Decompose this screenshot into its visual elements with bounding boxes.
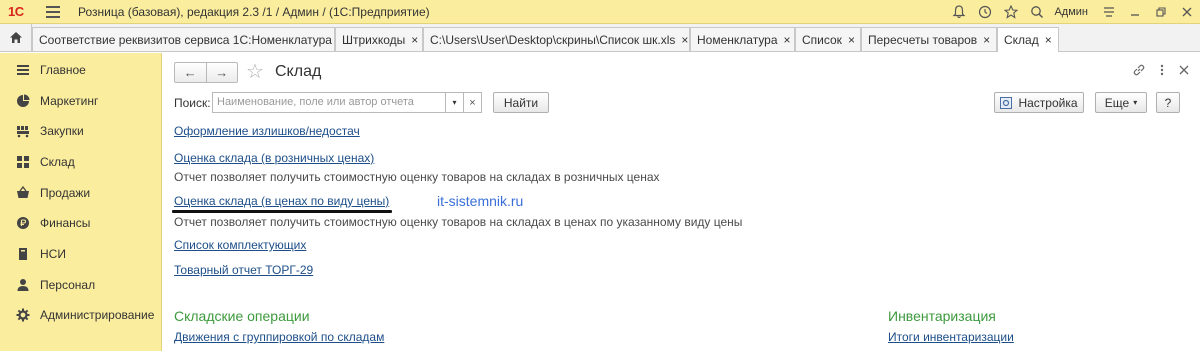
favorite-star-icon[interactable]: ☆: [246, 59, 264, 84]
history-nav: ← →: [174, 62, 238, 83]
sidebar-item-label: Склад: [40, 155, 75, 169]
tab-close-icon[interactable]: ×: [1045, 33, 1052, 47]
title-bar: 1С Розница (базовая), редакция 2.3 /1 / …: [0, 0, 1200, 24]
more-button-label: Еще: [1104, 95, 1130, 110]
sidebar-item-main[interactable]: Главное: [0, 58, 162, 82]
book-icon: [14, 247, 32, 261]
search-icon[interactable]: [1024, 0, 1050, 24]
home-icon[interactable]: [0, 24, 32, 51]
sidebar-item-label: Главное: [40, 63, 86, 77]
tab-label: Список: [802, 32, 842, 47]
tab-nomenclature[interactable]: Номенклатура ×: [690, 27, 795, 51]
bell-icon[interactable]: [946, 0, 972, 24]
app-logo[interactable]: 1С: [8, 4, 24, 19]
pie-chart-icon: [14, 94, 32, 108]
tab-label: Склад: [1004, 33, 1039, 47]
form-tools: [1132, 63, 1190, 80]
report-link[interactable]: Товарный отчет ТОРГ-29: [174, 263, 313, 277]
settings-button-label: Настройка: [1018, 95, 1078, 110]
sidebar-item-personnel[interactable]: Персонал: [0, 273, 162, 297]
report-description: Отчет позволяет получить стоимостную оце…: [174, 215, 743, 229]
more-button[interactable]: Еще ▾: [1095, 92, 1147, 113]
sidebar-item-label: Администрирование: [40, 308, 155, 322]
search-input[interactable]: Наименование, поле или автор отчета: [212, 92, 446, 113]
tab-close-icon[interactable]: ×: [983, 33, 990, 47]
tab-label: Пересчеты товаров: [868, 32, 978, 47]
sidebar-item-label: Финансы: [40, 216, 91, 230]
window-title: Розница (базовая), редакция 2.3 /1 / Адм…: [78, 5, 430, 19]
forward-arrow-icon[interactable]: →: [207, 63, 238, 82]
report-description: Отчет позволяет получить стоимостную оце…: [174, 170, 660, 184]
sidebar-item-label: НСИ: [40, 247, 66, 261]
tab-close-icon[interactable]: ×: [784, 33, 791, 47]
sidebar-item-label: Маркетинг: [40, 94, 99, 108]
tab-xls-file[interactable]: C:\Users\User\Desktop\скрины\Список шк.x…: [423, 27, 690, 51]
sidebar-item-marketing[interactable]: Маркетинг: [0, 89, 162, 113]
sections-sidebar: Главное Маркетинг Закупки Склад Продажи …: [0, 53, 162, 351]
tab-recounts[interactable]: Пересчеты товаров ×: [861, 27, 997, 51]
tab-barcodes[interactable]: Штрихкоды ×: [335, 27, 423, 51]
settings-panel-icon: [1000, 96, 1013, 109]
link-icon[interactable]: [1132, 63, 1146, 80]
search-label: Поиск:: [174, 96, 211, 110]
tab-service-attributes[interactable]: Соответствие реквизитов сервиса 1С:Номен…: [32, 27, 345, 51]
sidebar-item-purchases[interactable]: Закупки: [0, 119, 162, 143]
report-link[interactable]: Оформление излишков/недостач: [174, 124, 360, 138]
coin-icon: [14, 216, 32, 230]
help-button[interactable]: ?: [1156, 92, 1180, 113]
gear-icon: [14, 308, 32, 322]
search-clear-icon[interactable]: ×: [464, 92, 482, 113]
chevron-down-icon: ▾: [1133, 98, 1138, 107]
sidebar-item-administration[interactable]: Администрирование: [0, 303, 162, 327]
report-link[interactable]: Список комплектующих: [174, 238, 306, 252]
current-user[interactable]: Админ: [1050, 6, 1096, 18]
close-form-icon[interactable]: [1178, 63, 1190, 80]
watermark-text: it-sistemnik.ru: [437, 193, 524, 209]
basket-icon: [14, 186, 32, 200]
tab-label: Штрихкоды: [342, 32, 406, 47]
tab-close-icon[interactable]: ×: [848, 33, 855, 47]
section-title: Инвентаризация: [888, 308, 996, 324]
sidebar-item-label: Закупки: [40, 124, 84, 138]
main-content: ← → ☆ Склад Поиск: Наименование, поле ил…: [162, 53, 1200, 351]
open-windows-tabstrip: Соответствие реквизитов сервиса 1С:Номен…: [0, 24, 1200, 52]
tab-warehouse[interactable]: Склад ×: [997, 27, 1059, 52]
sidebar-item-label: Персонал: [40, 278, 96, 292]
sidebar-item-label: Продажи: [40, 186, 91, 200]
restore-icon[interactable]: [1148, 0, 1174, 24]
tab-label: Соответствие реквизитов сервиса 1С:Номен…: [39, 32, 332, 47]
minimize-icon[interactable]: [1122, 0, 1148, 24]
page-title: Склад: [275, 63, 322, 80]
grid-icon: [14, 155, 32, 169]
sidebar-item-warehouse[interactable]: Склад: [0, 150, 162, 174]
cart-icon: [14, 124, 32, 138]
tab-label: Номенклатура: [697, 32, 778, 47]
highlight-underline: [172, 210, 392, 213]
tab-close-icon[interactable]: ×: [411, 33, 418, 47]
settings-menu-icon[interactable]: [1096, 0, 1122, 24]
find-button[interactable]: Найти: [493, 92, 549, 113]
sidebar-item-nsi[interactable]: НСИ: [0, 242, 162, 266]
settings-button[interactable]: Настройка: [994, 92, 1084, 113]
person-icon: [14, 278, 32, 292]
report-link[interactable]: Итоги инвентаризации: [888, 330, 1014, 344]
tab-close-icon[interactable]: ×: [681, 33, 688, 47]
close-window-icon[interactable]: [1174, 0, 1200, 24]
report-link[interactable]: Движения с группировкой по складам: [174, 330, 384, 344]
sidebar-item-finance[interactable]: Финансы: [0, 211, 162, 235]
favorites-star-icon[interactable]: [998, 0, 1024, 24]
title-bar-tools: Админ: [946, 0, 1200, 24]
tab-label: C:\Users\User\Desktop\скрины\Список шк.x…: [430, 32, 676, 47]
report-link[interactable]: Оценка склада (в ценах по виду цены): [174, 194, 389, 208]
list-icon: [14, 63, 32, 77]
search-dropdown-icon[interactable]: ▾: [446, 92, 464, 113]
more-vertical-icon[interactable]: [1160, 63, 1164, 80]
section-title: Складские операции: [174, 308, 310, 324]
back-arrow-icon[interactable]: ←: [175, 63, 207, 82]
sidebar-item-sales[interactable]: Продажи: [0, 181, 162, 205]
report-link[interactable]: Оценка склада (в розничных ценах): [174, 151, 374, 165]
tab-list[interactable]: Список ×: [795, 27, 861, 51]
history-icon[interactable]: [972, 0, 998, 24]
hamburger-menu-icon[interactable]: [46, 6, 60, 18]
